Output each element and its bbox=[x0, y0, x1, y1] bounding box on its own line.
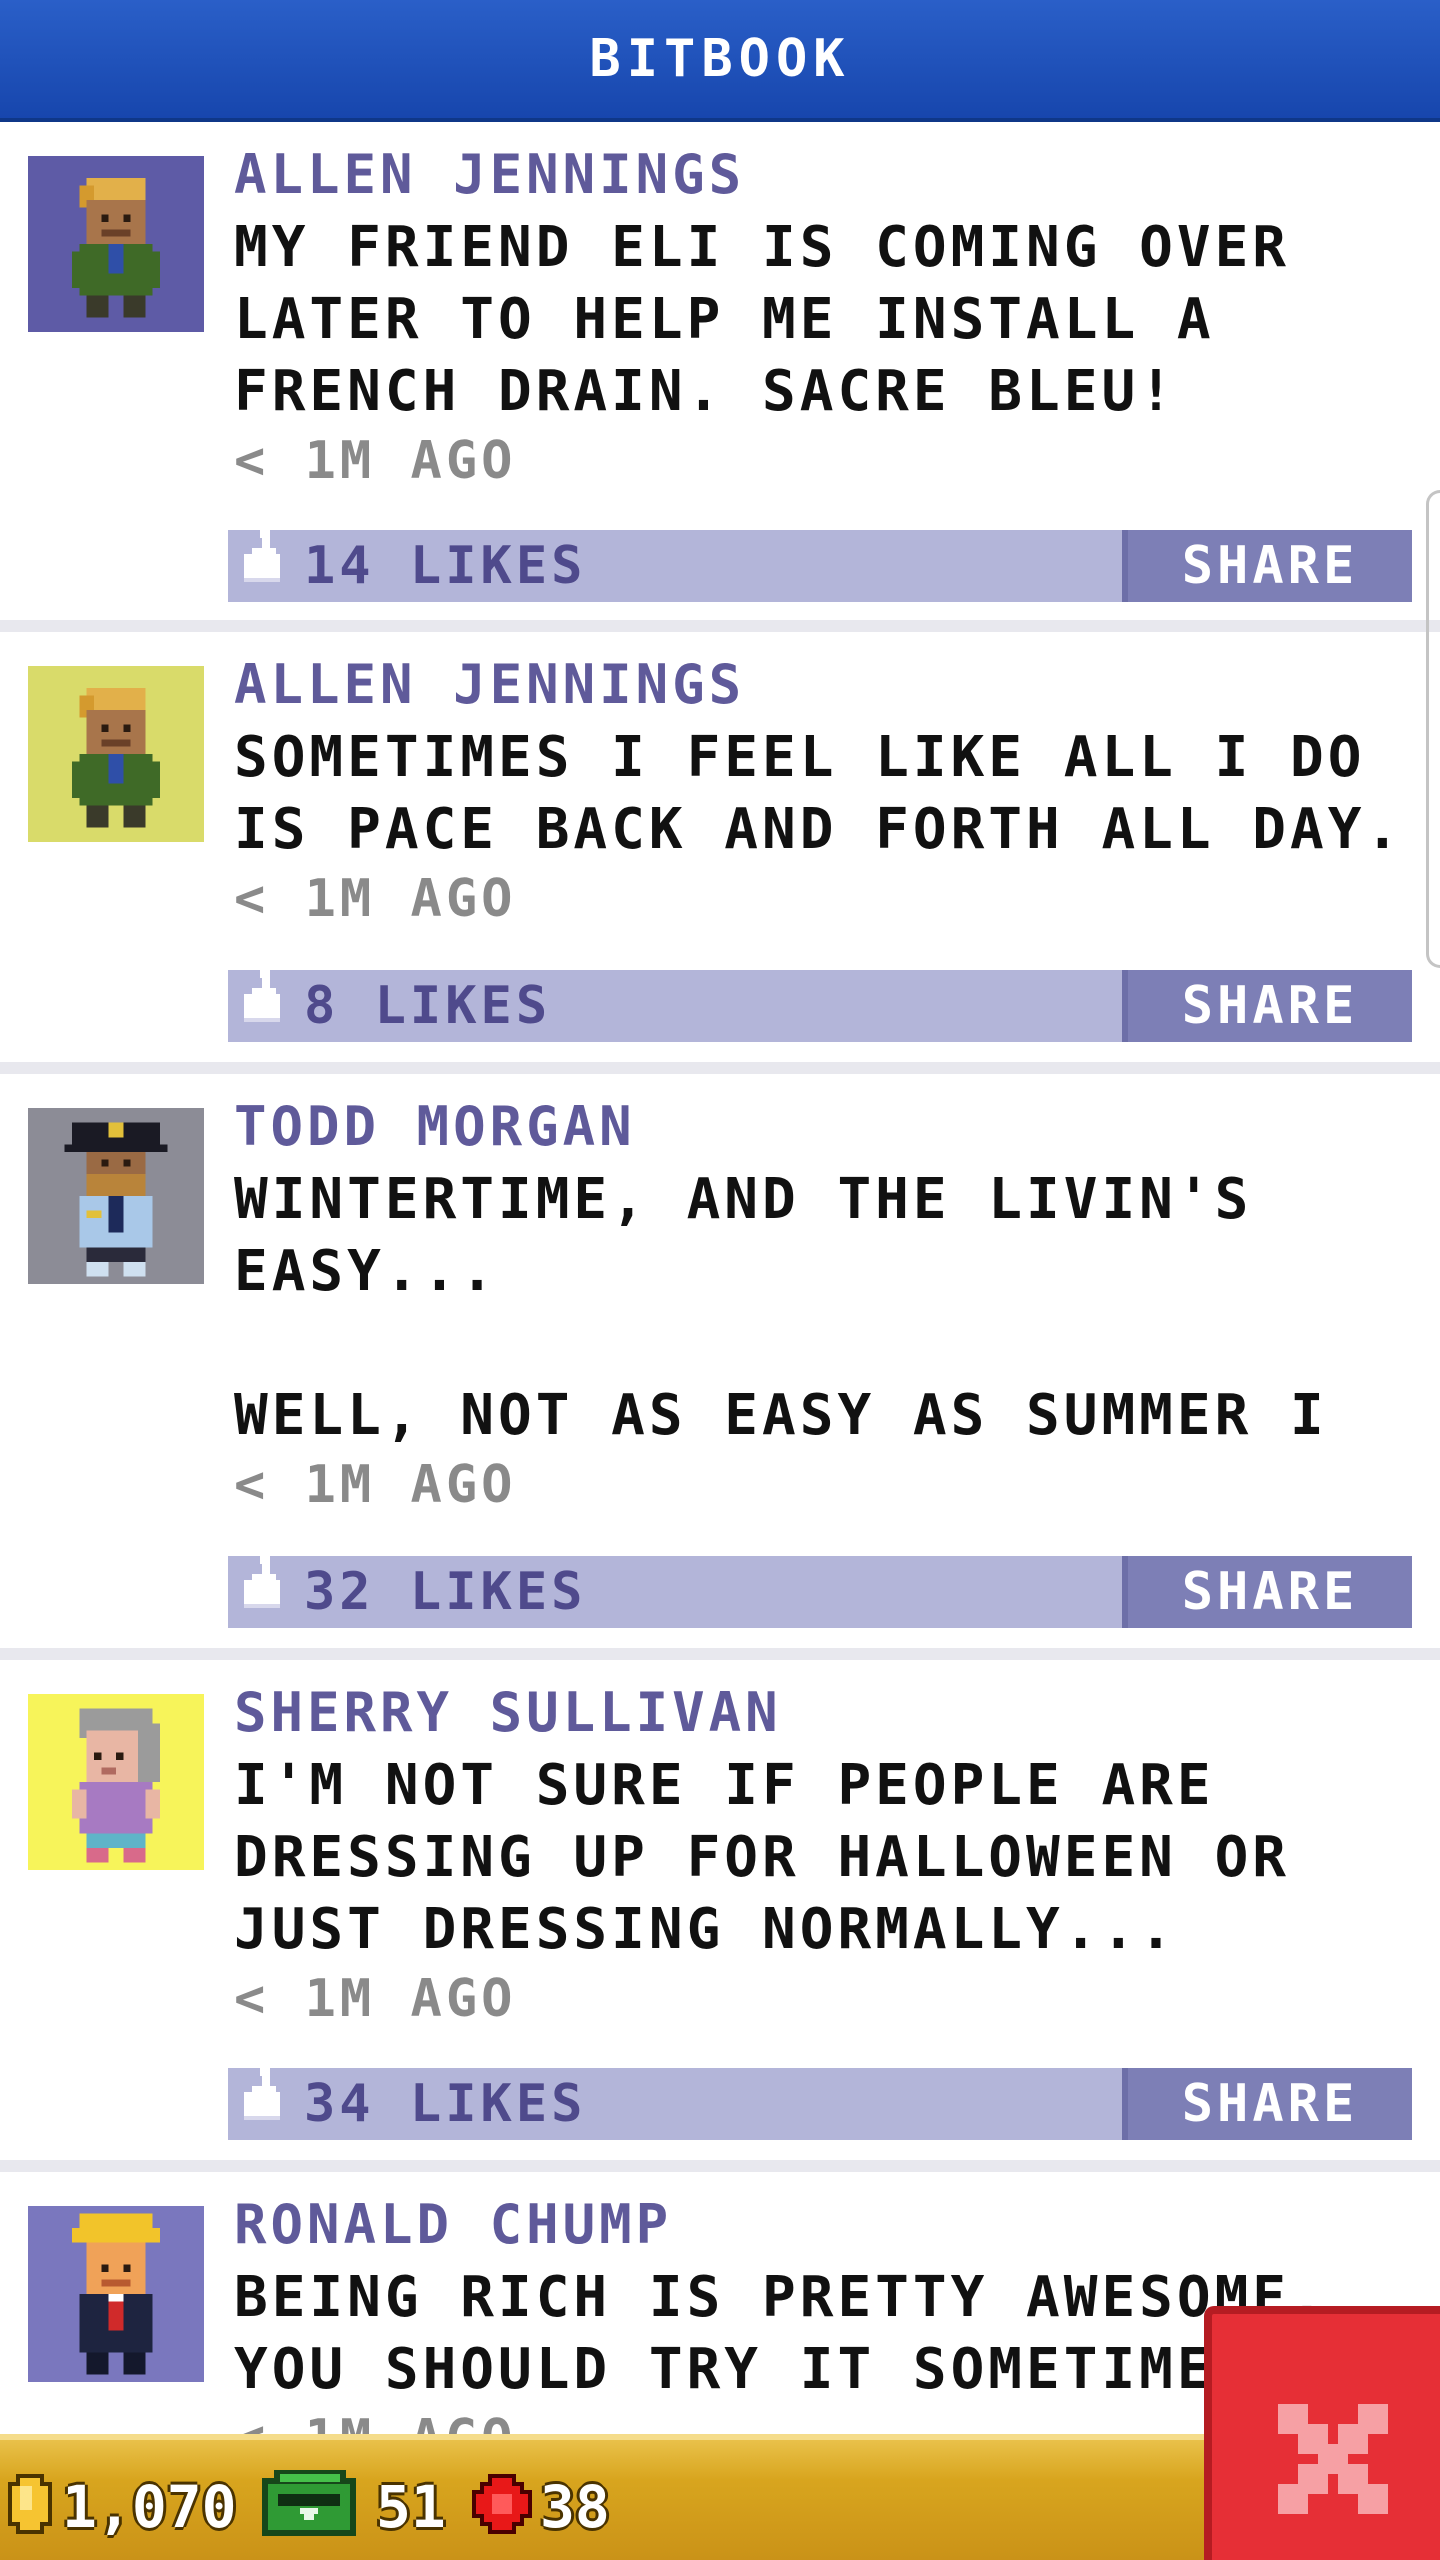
likes-bar: 34 LIKES SHARE bbox=[228, 2066, 1412, 2140]
app-title: BITBOOK bbox=[589, 29, 851, 89]
post-card: ALLEN JENNINGS MY FRIEND ELI IS COMING O… bbox=[0, 122, 1440, 620]
target-bullseye-icon bbox=[472, 2474, 532, 2534]
scrollbar[interactable] bbox=[1426, 490, 1440, 968]
thumbs-up-icon[interactable] bbox=[240, 1542, 288, 1628]
share-button[interactable]: SHARE bbox=[1122, 530, 1412, 602]
post-timestamp: < 1M AGO bbox=[234, 869, 517, 929]
post-timestamp: < 1M AGO bbox=[234, 431, 517, 491]
post-author-name: TODD MORGAN bbox=[234, 1095, 636, 1158]
likes-bar: 8 LIKES SHARE bbox=[228, 968, 1412, 1042]
likes-count: 34 LIKES bbox=[304, 2074, 587, 2134]
post-author-name: ALLEN JENNINGS bbox=[234, 653, 746, 716]
thumbs-up-icon[interactable] bbox=[240, 956, 288, 1042]
thumbs-up-icon[interactable] bbox=[240, 2054, 288, 2140]
bux-count: 51 bbox=[376, 2473, 446, 2541]
likes-count: 14 LIKES bbox=[304, 536, 587, 596]
post-text: I'M NOT SURE IF PEOPLE ARE DRESSING UP F… bbox=[234, 1753, 1328, 1962]
share-button[interactable]: SHARE bbox=[1122, 2068, 1412, 2140]
likes-count: 32 LIKES bbox=[304, 1562, 587, 1622]
post-text: MY FRIEND ELI IS COMING OVER LATER TO HE… bbox=[234, 215, 1328, 424]
grey-haired-woman-avatar-icon bbox=[28, 1694, 204, 1870]
likes-bar: 14 LIKES SHARE bbox=[228, 528, 1412, 602]
coins-count: 1,070 bbox=[62, 2473, 237, 2541]
likes-count: 8 LIKES bbox=[304, 976, 552, 1036]
businessman-avatar-icon bbox=[28, 2206, 204, 2382]
post-feed[interactable]: ALLEN JENNINGS MY FRIEND ELI IS COMING O… bbox=[0, 122, 1440, 2434]
post-text: WINTERTIME, AND THE LIVIN'S EASY... WELL… bbox=[234, 1167, 1328, 1448]
post-card: SHERRY SULLIVAN I'M NOT SURE IF PEOPLE A… bbox=[0, 1660, 1440, 2160]
police-officer-avatar-icon bbox=[28, 1108, 204, 1284]
close-icon bbox=[1278, 2404, 1388, 2514]
post-text: SOMETIMES I FEEL LIKE ALL I DO IS PACE B… bbox=[234, 725, 1404, 862]
post-card: ALLEN JENNINGS SOMETIMES I FEEL LIKE ALL… bbox=[0, 632, 1440, 1062]
post-timestamp: < 1M AGO bbox=[234, 1455, 517, 1515]
target-count: 38 bbox=[540, 2473, 610, 2541]
post-card: TODD MORGAN WINTERTIME, AND THE LIVIN'S … bbox=[0, 1074, 1440, 1648]
close-button[interactable] bbox=[1204, 2306, 1440, 2560]
bux-cash-icon bbox=[262, 2470, 356, 2536]
coin-icon bbox=[8, 2474, 52, 2534]
share-button[interactable]: SHARE bbox=[1122, 1556, 1412, 1628]
blonde-man-avatar-icon bbox=[28, 156, 204, 332]
blonde-man-avatar-icon bbox=[28, 666, 204, 842]
thumbs-up-icon[interactable] bbox=[240, 516, 288, 602]
post-timestamp: < 1M AGO bbox=[234, 2406, 516, 2434]
likes-bar: 32 LIKES SHARE bbox=[228, 1554, 1412, 1628]
post-timestamp: < 1M AGO bbox=[234, 1969, 517, 2029]
post-author-name: ALLEN JENNINGS bbox=[234, 143, 746, 206]
share-button[interactable]: SHARE bbox=[1122, 970, 1412, 1042]
post-author-name: RONALD CHUMP bbox=[234, 2193, 673, 2256]
post-author-name: SHERRY SULLIVAN bbox=[234, 1681, 782, 1744]
top-bar: BITBOOK bbox=[0, 0, 1440, 122]
